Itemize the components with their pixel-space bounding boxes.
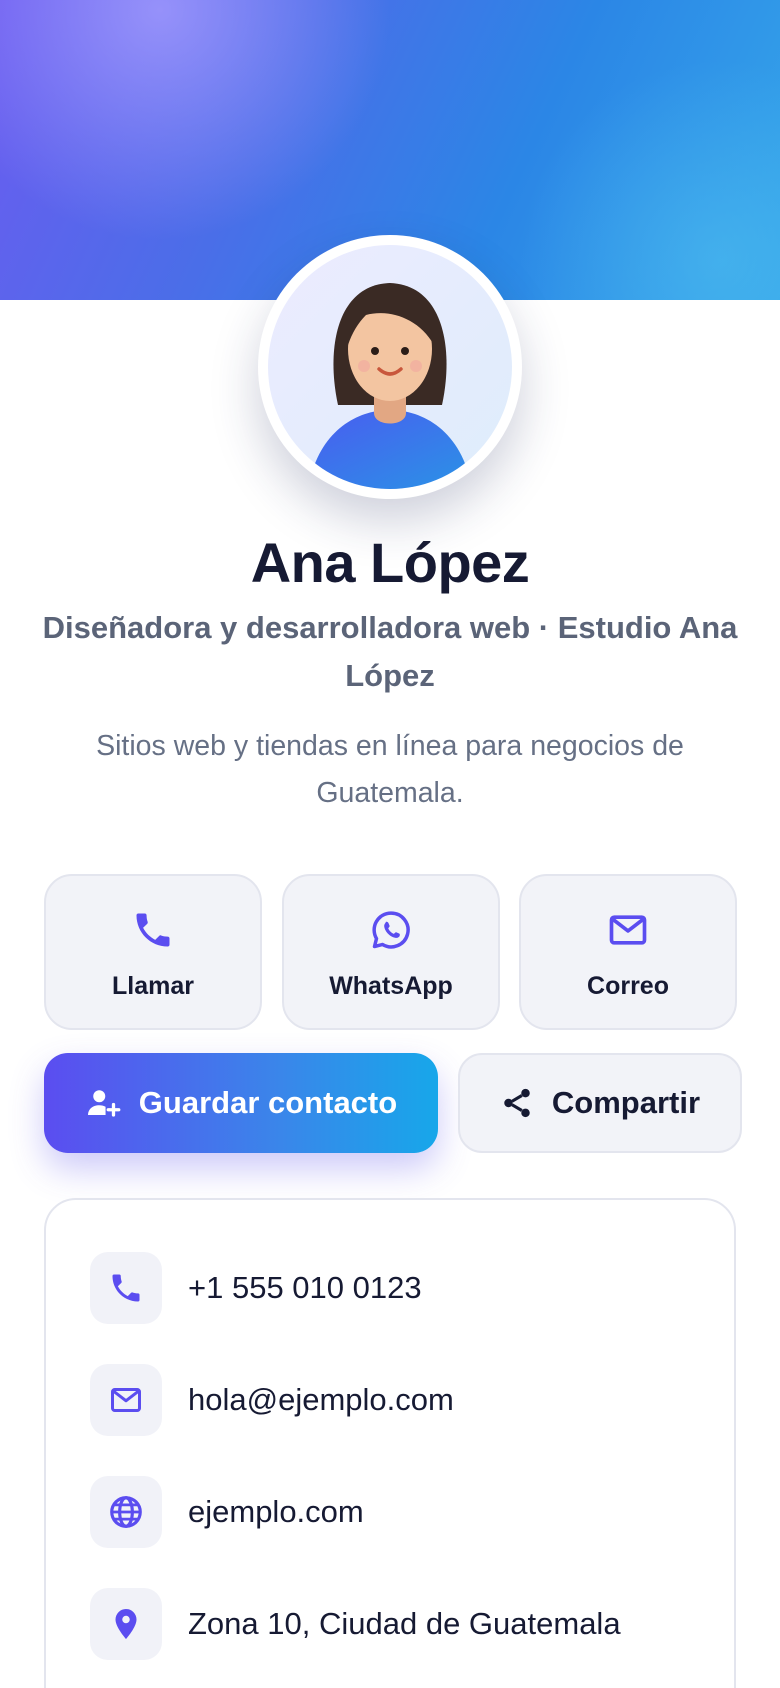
phone-row[interactable]: +1 555 010 0123 [90, 1252, 710, 1324]
phone-icon [136, 913, 170, 947]
email-tile [90, 1364, 162, 1436]
share-button[interactable]: Compartir [458, 1053, 742, 1153]
share-label: Compartir [551, 1085, 701, 1120]
avatar [258, 235, 522, 499]
call-action-button[interactable]: Llamar [44, 874, 262, 1030]
profile-name: Ana López [250, 531, 530, 594]
globe-icon [110, 1496, 142, 1528]
phone-icon [112, 1274, 140, 1302]
email-action-button[interactable]: Correo [519, 874, 737, 1030]
profile-tagline: Sitios web y tiendas en línea para negoc… [96, 730, 684, 809]
email-row[interactable]: hola@ejemplo.com [90, 1364, 710, 1436]
phone-tile [90, 1252, 162, 1324]
address-value: Zona 10, Ciudad de Guatemala [188, 1606, 621, 1641]
profile-role: Diseñadora y desarrolladora web · Estudi… [42, 610, 738, 693]
contact-details-card: +1 555 010 0123 hola@ejemplo.com ejemplo… [44, 1198, 736, 1688]
whatsapp-action-label: WhatsApp [329, 972, 453, 1000]
email-value: hola@ejemplo.com [188, 1382, 454, 1417]
whatsapp-action-button[interactable]: WhatsApp [282, 874, 500, 1030]
website-tile [90, 1476, 162, 1548]
add-person-icon [87, 1090, 121, 1117]
email-action-label: Correo [587, 972, 669, 1000]
save-contact-label: Guardar contacto [138, 1085, 398, 1120]
contact-card-page: Ana López Diseñadora y desarrolladora we… [0, 0, 780, 1688]
phone-value: +1 555 010 0123 [188, 1270, 422, 1305]
mail-icon [111, 1388, 141, 1412]
mail-icon [609, 915, 647, 945]
address-tile [90, 1588, 162, 1660]
avatar-illustration [268, 245, 512, 489]
call-action-label: Llamar [112, 972, 194, 1000]
share-icon [504, 1088, 530, 1118]
location-pin-icon [115, 1609, 137, 1639]
save-contact-button[interactable]: Guardar contacto [44, 1053, 438, 1153]
whatsapp-icon [372, 911, 410, 949]
website-row[interactable]: ejemplo.com [90, 1476, 710, 1548]
website-value: ejemplo.com [188, 1494, 364, 1529]
address-row[interactable]: Zona 10, Ciudad de Guatemala [90, 1588, 710, 1660]
